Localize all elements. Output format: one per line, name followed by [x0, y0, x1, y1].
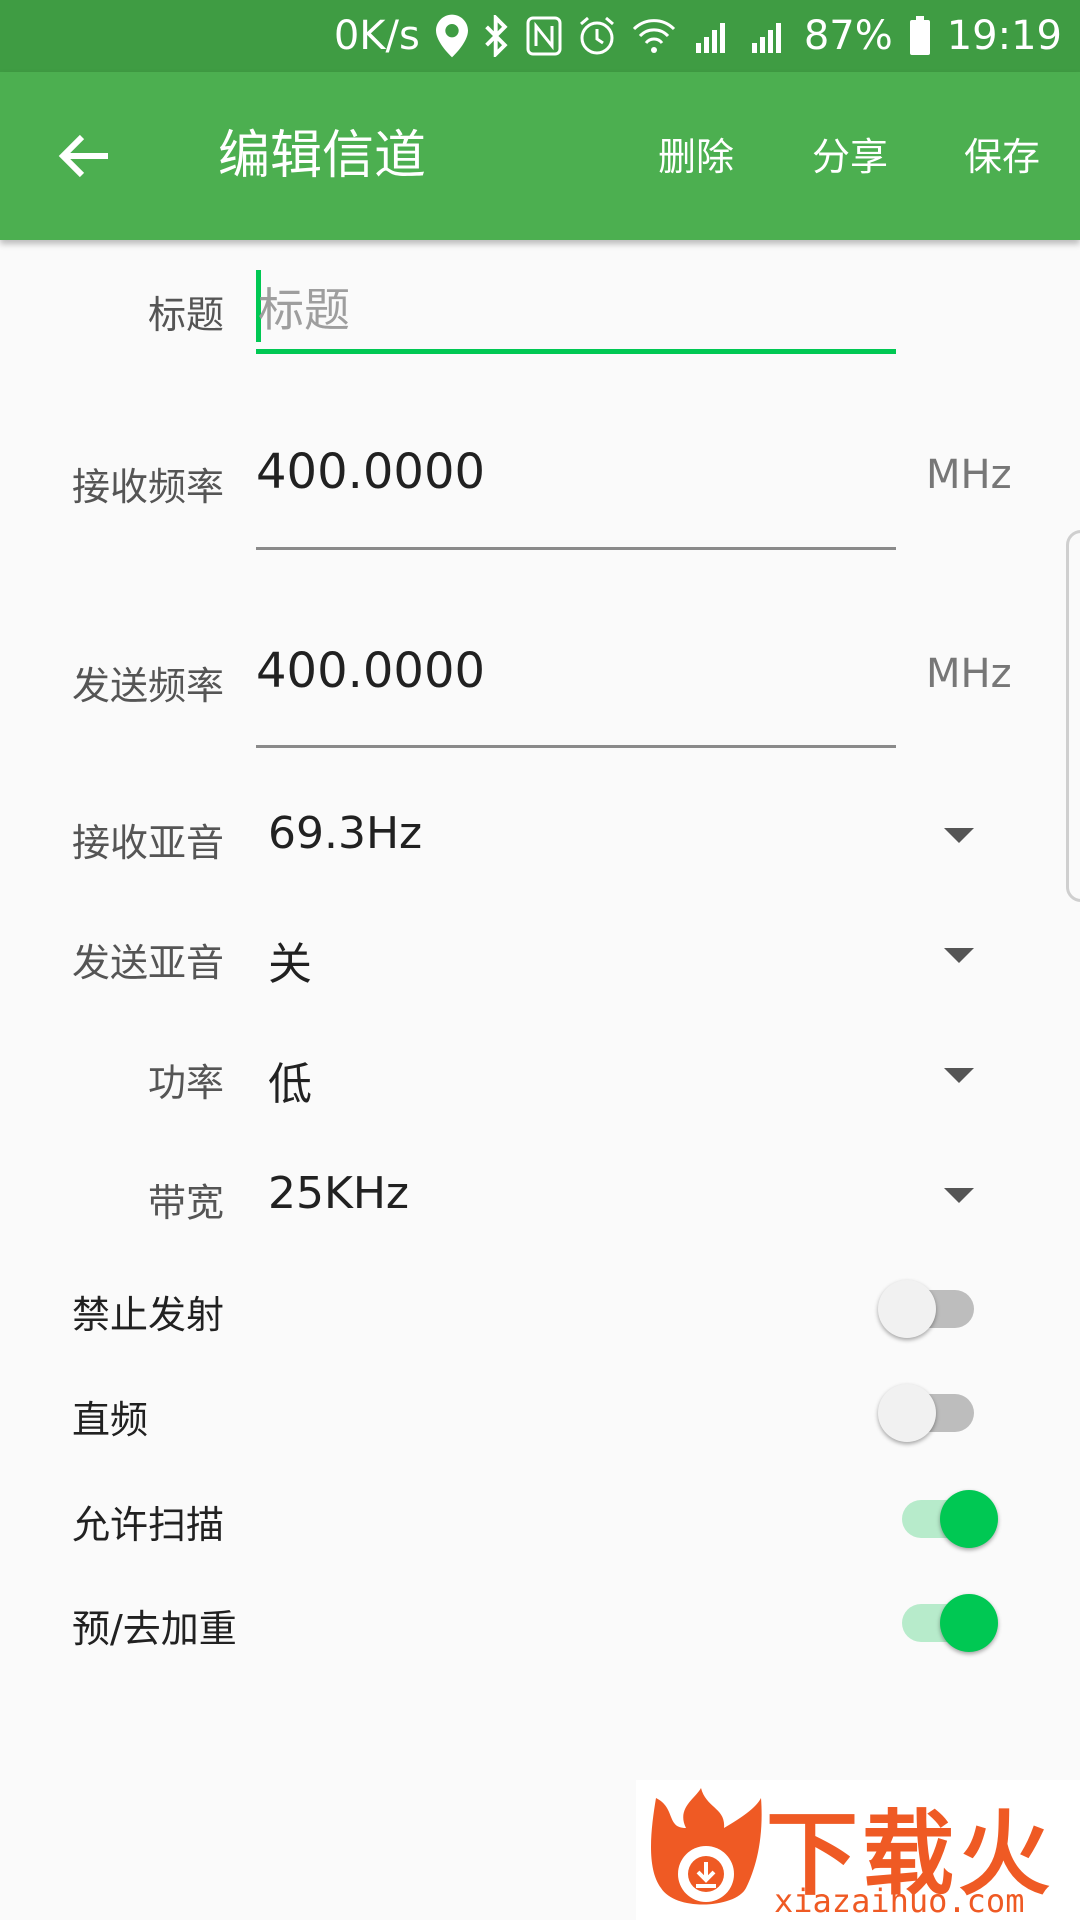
bluetooth-icon	[484, 14, 510, 58]
location-icon	[435, 14, 468, 58]
tx-frequency-unit: MHz	[926, 651, 1012, 697]
bandwidth-value: 25KHz	[268, 1168, 410, 1219]
nfc-icon	[526, 14, 562, 58]
watermark-url: xiazaihuo.com	[774, 1882, 1025, 1920]
status-bar: 0K/s 87% 19:19	[0, 0, 1080, 72]
share-button[interactable]: 分享	[812, 132, 888, 182]
direct-frequency-switch[interactable]	[878, 1380, 998, 1444]
emphasis-switch[interactable]	[878, 1590, 998, 1654]
title-input-underline	[256, 349, 896, 354]
tx-frequency-underline	[256, 745, 896, 748]
rx-tone-label: 接收亚音	[71, 821, 224, 865]
switch-thumb	[878, 1280, 936, 1338]
app-toolbar: 编辑信道 删除 分享 保存	[0, 72, 1080, 240]
switch-label-scan: 允许扫描	[72, 1503, 225, 1547]
tx-frequency-label: 发送频率	[71, 664, 224, 708]
delete-button[interactable]: 删除	[658, 132, 734, 182]
dropdown-arrow-icon	[944, 948, 974, 963]
battery-icon	[909, 14, 931, 58]
arrow-back-icon	[58, 134, 108, 178]
switch-label-emphasis: 预/去加重	[72, 1607, 237, 1651]
switch-label-direct: 直频	[72, 1398, 149, 1442]
rx-frequency-label: 接收频率	[71, 465, 224, 509]
battery-percent: 87%	[803, 13, 893, 59]
edge-panel-handle[interactable]	[1066, 530, 1080, 902]
rx-frequency-unit: MHz	[926, 452, 1012, 498]
bandwidth-label: 带宽	[147, 1181, 224, 1225]
rx-frequency-underline	[256, 547, 896, 550]
dropdown-arrow-icon	[944, 1188, 974, 1203]
power-label: 功率	[147, 1061, 224, 1105]
tx-frequency-input[interactable]: 400.0000	[256, 643, 485, 699]
tx-inhibit-switch[interactable]	[878, 1276, 998, 1340]
switch-label-tx-inhibit: 禁止发射	[72, 1293, 225, 1337]
power-value: 低	[268, 1059, 312, 1110]
allow-scan-switch[interactable]	[878, 1486, 998, 1550]
dropdown-arrow-icon	[944, 1068, 974, 1083]
dropdown-arrow-icon	[944, 828, 974, 843]
flame-logo-icon	[651, 1788, 762, 1905]
rx-tone-value: 69.3Hz	[268, 808, 423, 859]
signal-e-icon	[748, 14, 788, 58]
switch-thumb	[878, 1384, 936, 1442]
signal-4g-icon	[692, 14, 732, 58]
tx-tone-label: 发送亚音	[71, 941, 224, 985]
wifi-icon	[632, 14, 676, 58]
tx-tone-value: 关	[268, 939, 312, 990]
network-speed: 0K/s	[333, 13, 420, 59]
save-button[interactable]: 保存	[964, 132, 1040, 182]
back-button[interactable]	[44, 116, 124, 196]
page-title: 编辑信道	[218, 126, 427, 186]
rx-frequency-input[interactable]: 400.0000	[256, 444, 485, 500]
title-input[interactable]: 标题	[258, 274, 350, 340]
switch-thumb	[940, 1594, 998, 1652]
alarm-icon	[578, 14, 616, 58]
title-label: 标题	[147, 293, 224, 337]
watermark: 下载火 xiazaihuo.com	[636, 1780, 1080, 1920]
switch-thumb	[940, 1490, 998, 1548]
clock: 19:19	[946, 13, 1062, 59]
